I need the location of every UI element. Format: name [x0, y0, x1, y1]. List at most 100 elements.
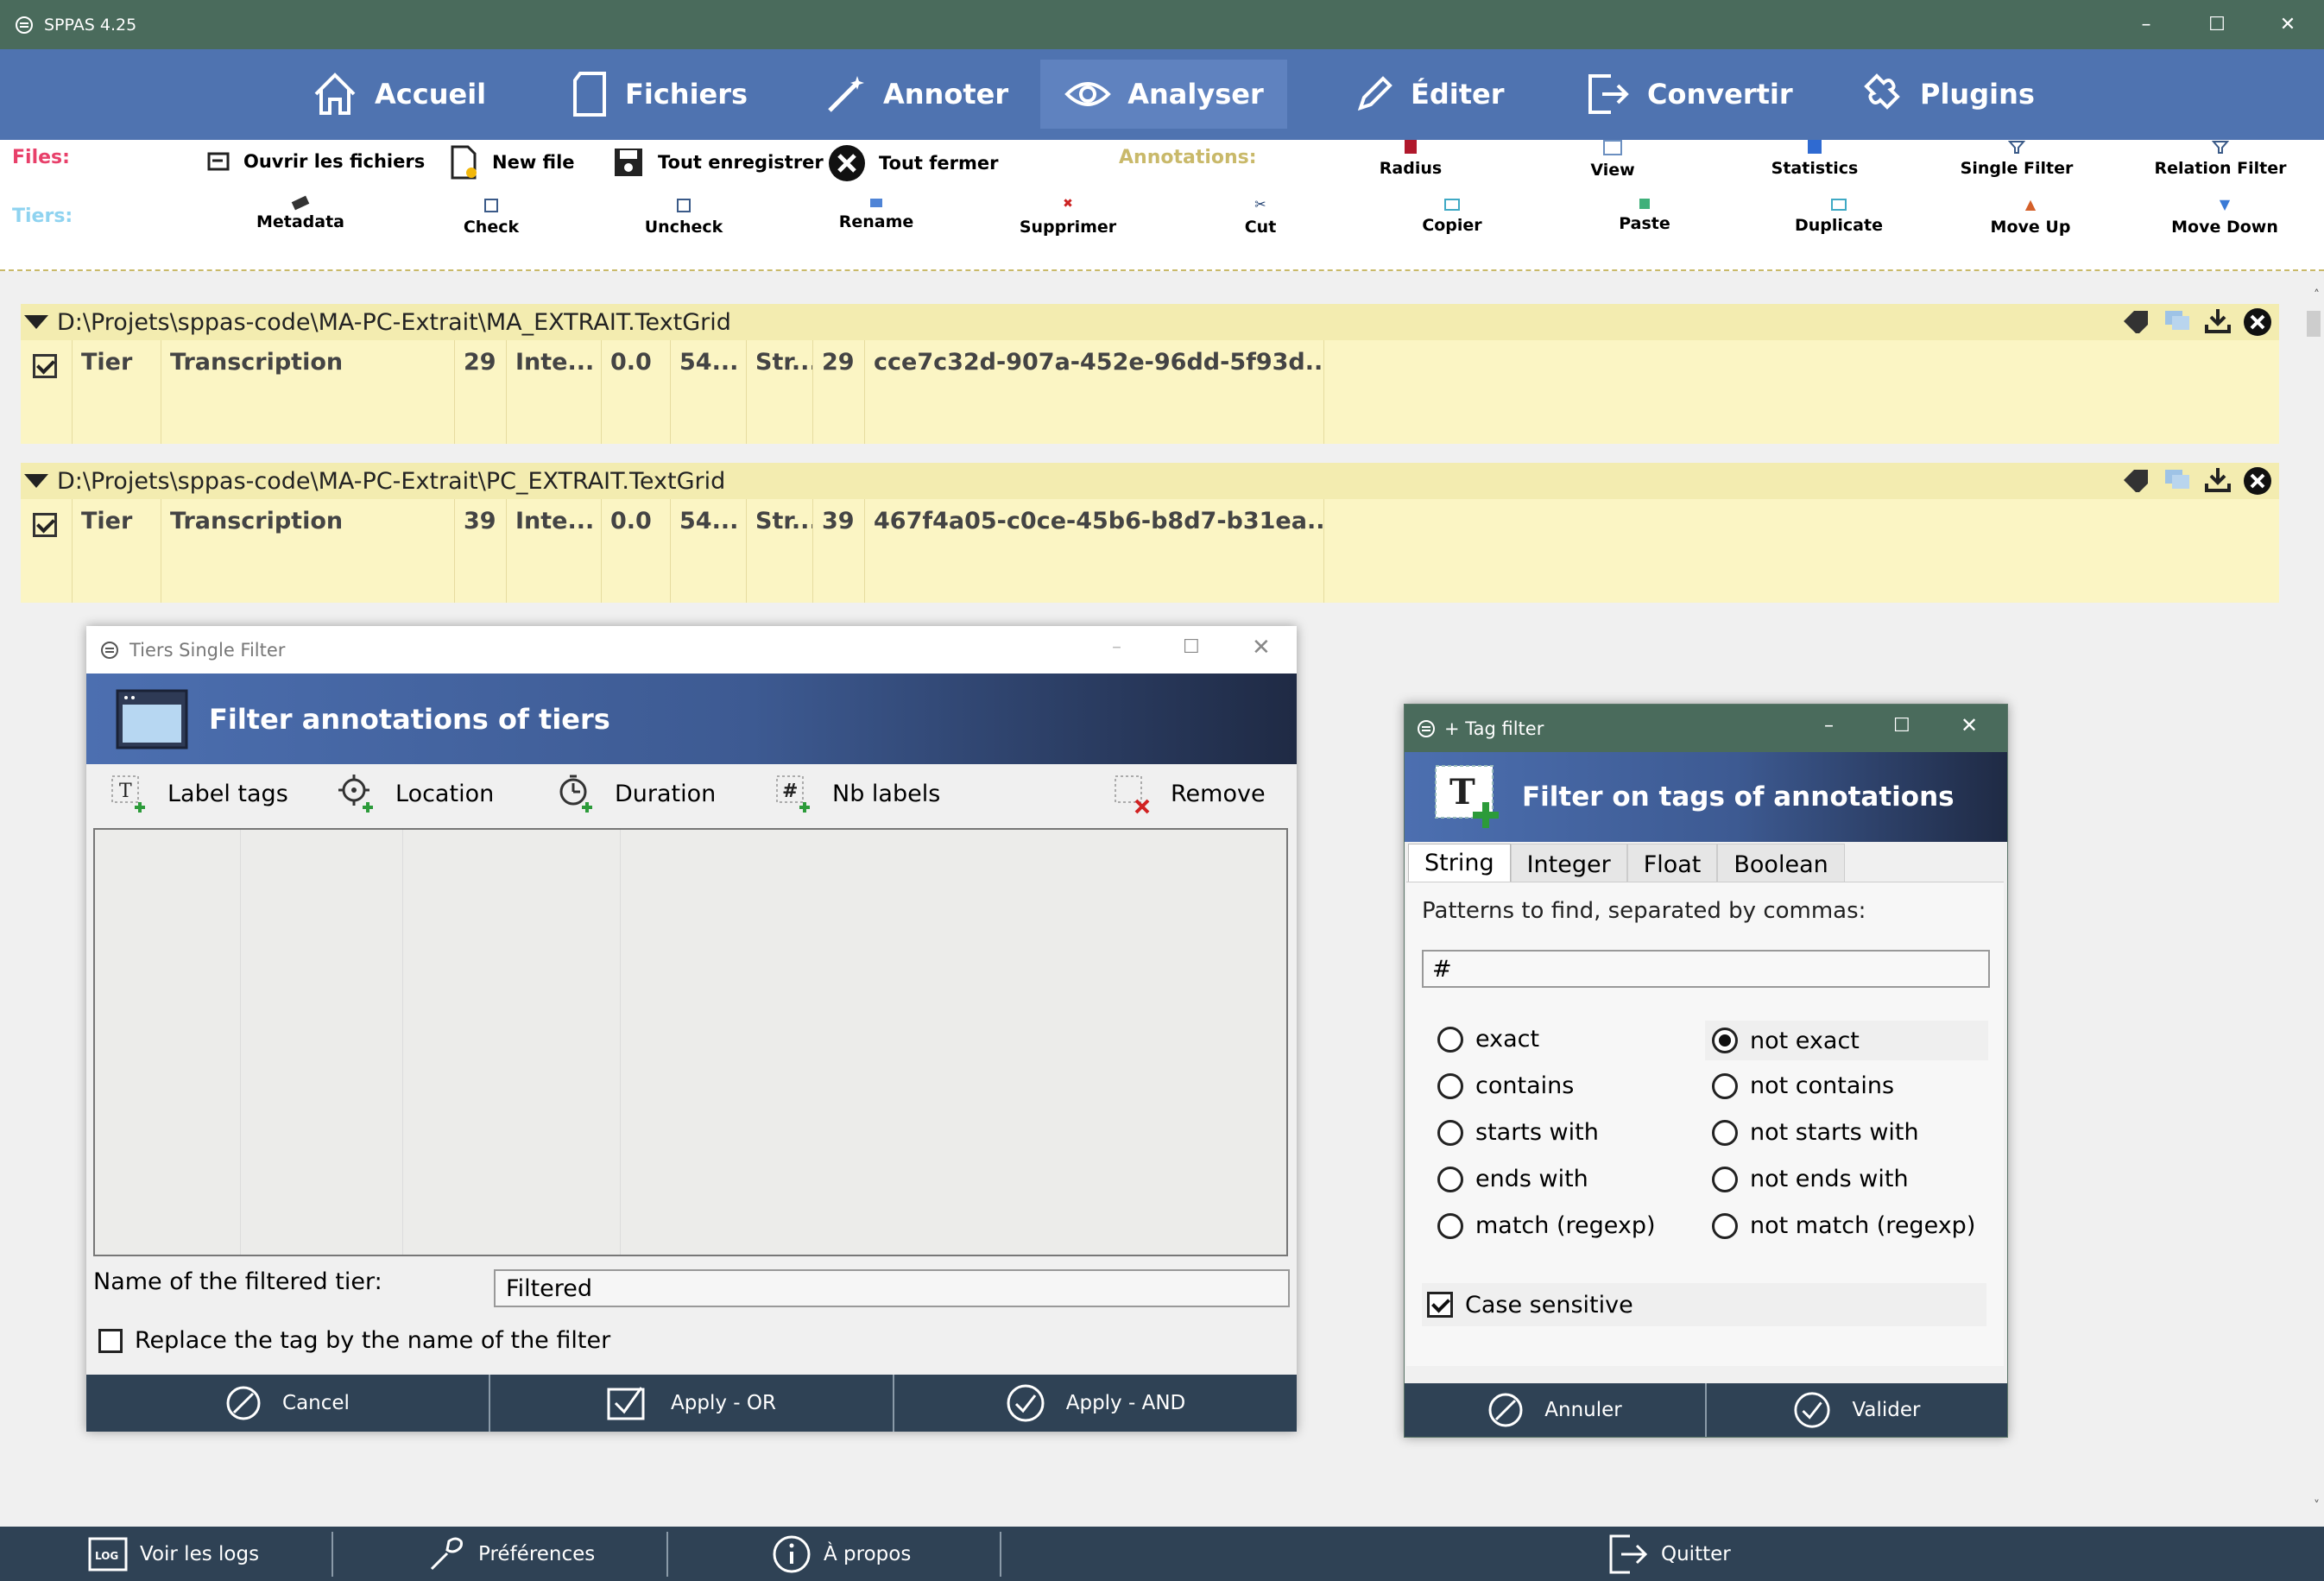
cancel-button[interactable]: Cancel	[86, 1375, 490, 1432]
scroll-thumb[interactable]	[2307, 311, 2321, 337]
close-window-button[interactable]: ✕	[2253, 0, 2322, 49]
preferences-button[interactable]: Préférences	[426, 1527, 595, 1581]
copy-action-icon[interactable]	[2162, 307, 2193, 333]
tag-action-icon[interactable]	[2120, 466, 2151, 492]
case-sensitive-checkbox[interactable]	[1427, 1292, 1453, 1318]
copy-button[interactable]: Copier	[1370, 199, 1534, 235]
nav-tab-convertir[interactable]: Convertir	[1585, 60, 1793, 129]
location-button[interactable]: Location	[337, 773, 494, 814]
tier-checkbox[interactable]	[33, 354, 57, 378]
tab-boolean[interactable]: Boolean	[1717, 844, 1845, 882]
open-files-button[interactable]: Ouvrir les fichiers	[205, 149, 425, 174]
radio-contains[interactable]: contains	[1437, 1072, 1574, 1099]
tier-end: 54...	[671, 340, 747, 444]
close-file-icon[interactable]	[2243, 466, 2272, 496]
radius-button[interactable]: Radius	[1329, 140, 1493, 178]
filter-list[interactable]	[93, 828, 1288, 1256]
check-button[interactable]: Check	[409, 199, 573, 237]
duplicate-button[interactable]: Duplicate	[1757, 199, 1921, 235]
download-icon[interactable]	[2203, 466, 2232, 492]
collapse-triangle-icon[interactable]	[24, 474, 48, 488]
annuler-button[interactable]: Annuler	[1405, 1383, 1707, 1437]
radio-not-ends-with[interactable]: not ends with	[1712, 1166, 1909, 1192]
nav-tab-analyser[interactable]: Analyser	[1040, 60, 1287, 129]
radio-ends-with[interactable]: ends with	[1437, 1166, 1588, 1192]
replace-tag-checkbox-row[interactable]: Replace the tag by the name of the filte…	[98, 1327, 610, 1354]
view-button[interactable]: View	[1531, 140, 1695, 180]
scroll-up-arrow-icon[interactable]: ˄	[2314, 288, 2320, 302]
tab-integer[interactable]: Integer	[1510, 844, 1627, 882]
remove-icon	[1115, 775, 1150, 814]
apply-or-button[interactable]: Apply - OR	[490, 1375, 894, 1432]
about-button[interactable]: À propos	[772, 1527, 911, 1581]
view-logs-button[interactable]: LOG Voir les logs	[88, 1527, 259, 1581]
radio-not-exact[interactable]: not exact	[1705, 1021, 1988, 1060]
patterns-input[interactable]	[1422, 950, 1990, 988]
valider-button[interactable]: Valider	[1707, 1383, 2007, 1437]
radio-match-regexp[interactable]: match (regexp)	[1437, 1212, 1656, 1239]
radio-not-contains[interactable]: not contains	[1712, 1072, 1894, 1099]
scroll-down-arrow-icon[interactable]: ˅	[2314, 1499, 2320, 1513]
vertical-scrollbar[interactable]: ˄ ˅	[2303, 271, 2324, 1527]
uncheck-button[interactable]: Uncheck	[602, 199, 766, 237]
close-dialog-button[interactable]: ✕	[1961, 713, 1978, 737]
minimize-button[interactable]: –	[1824, 715, 1834, 737]
tier-name: Transcription	[161, 340, 455, 444]
tier-type: Inte...	[507, 499, 602, 603]
single-filter-button[interactable]: Single Filter	[1935, 140, 2099, 178]
save-all-button[interactable]: Tout enregistrer	[611, 145, 824, 180]
maximize-button[interactable]: ☐	[1893, 715, 1910, 737]
filtered-tier-name-input[interactable]	[494, 1269, 1290, 1307]
minimize-button[interactable]: –	[2112, 0, 2181, 49]
close-dialog-button[interactable]: ✕	[1252, 635, 1271, 661]
radio-exact[interactable]: exact	[1437, 1026, 1539, 1053]
collapse-triangle-icon[interactable]	[24, 315, 48, 329]
paste-button[interactable]: Paste	[1563, 199, 1727, 233]
dialog-header: T Filter on tags of annotations	[1405, 752, 2007, 842]
tier-count: 39	[455, 499, 507, 603]
file-header[interactable]: D:\Projets\sppas-code\MA-PC-Extrait\MA_E…	[21, 304, 2279, 340]
radio-not-match-regexp[interactable]: not match (regexp)	[1712, 1212, 1975, 1239]
close-file-icon[interactable]	[2243, 307, 2272, 337]
apply-and-button[interactable]: Apply - AND	[894, 1375, 1297, 1432]
radio-starts-with[interactable]: starts with	[1437, 1119, 1599, 1146]
close-all-button[interactable]: Tout fermer	[827, 143, 998, 183]
maximize-button[interactable]: ☐	[2182, 0, 2251, 49]
delete-button[interactable]: ✖ Supprimer	[986, 198, 1150, 237]
label-tags-button[interactable]: T Label tags	[109, 773, 288, 814]
copy-action-icon[interactable]	[2162, 466, 2193, 492]
cut-button[interactable]: ✂ Cut	[1178, 198, 1342, 237]
download-icon[interactable]	[2203, 307, 2232, 333]
statistics-button[interactable]: Statistics	[1733, 140, 1897, 178]
duration-button[interactable]: Duration	[556, 773, 716, 814]
new-file-button[interactable]: New file	[445, 143, 575, 181]
tab-string[interactable]: String	[1408, 844, 1511, 882]
tier-checkbox[interactable]	[33, 513, 57, 537]
rename-button[interactable]: Rename	[794, 199, 958, 231]
metadata-button[interactable]: Metadata	[218, 195, 382, 231]
relation-filter-button[interactable]: Relation Filter	[2138, 140, 2302, 178]
maximize-button[interactable]: ☐	[1183, 636, 1200, 658]
minimize-button[interactable]: –	[1112, 636, 1121, 658]
nav-tab-accueil[interactable]: Accueil	[311, 60, 486, 129]
tier-row[interactable]: Tier Transcription 29 Inte... 0.0 54... …	[21, 340, 2279, 444]
nav-tab-editer[interactable]: Éditer	[1354, 60, 1505, 129]
nav-tab-plugins[interactable]: Plugins	[1858, 60, 2035, 129]
file-header[interactable]: D:\Projets\sppas-code\MA-PC-Extrait\PC_E…	[21, 463, 2279, 499]
move-up-button[interactable]: ▲ Move Up	[1948, 198, 2112, 237]
tab-float[interactable]: Float	[1626, 844, 1718, 882]
radio-not-starts-with[interactable]: not starts with	[1712, 1119, 1919, 1146]
nav-tab-fichiers[interactable]: Fichiers	[570, 60, 748, 129]
save-icon	[615, 149, 642, 176]
nav-tab-annoter[interactable]: Annoter	[824, 60, 1008, 129]
tag-action-icon[interactable]	[2120, 307, 2151, 333]
nb-labels-button[interactable]: # Nb labels	[774, 773, 940, 814]
move-down-icon: ▼	[2219, 196, 2231, 212]
tier-row[interactable]: Tier Transcription 39 Inte... 0.0 54... …	[21, 499, 2279, 603]
remove-filter-button[interactable]: Remove	[1112, 773, 1266, 814]
case-sensitive-row[interactable]: Case sensitive	[1422, 1283, 1986, 1326]
move-down-button[interactable]: ▼ Move Down	[2143, 196, 2307, 237]
quit-button[interactable]: Quitter	[1607, 1527, 1731, 1581]
replace-tag-checkbox[interactable]	[98, 1328, 123, 1353]
patterns-label: Patterns to find, separated by commas:	[1422, 898, 1866, 924]
